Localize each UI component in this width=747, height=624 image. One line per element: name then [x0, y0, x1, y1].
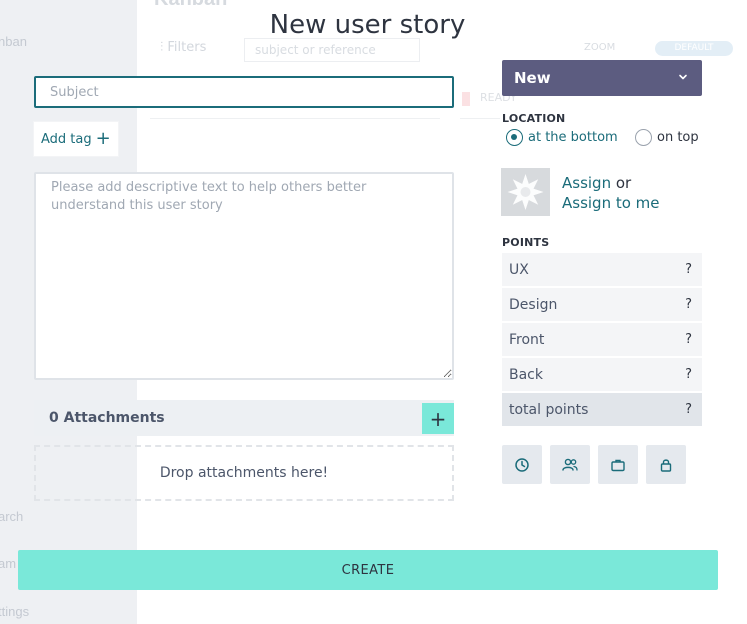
attachments-drop-zone[interactable]: Drop attachments here!	[34, 445, 454, 501]
chevron-down-icon	[679, 74, 687, 80]
attachments-count: 0 Attachments	[49, 410, 165, 426]
background-filters: ⫶ Filters	[160, 40, 206, 55]
subject-input[interactable]	[34, 76, 454, 108]
background-filters-label: Filters	[167, 40, 207, 55]
create-button[interactable]: CREATE	[18, 550, 718, 590]
point-role: Design	[509, 296, 558, 313]
point-value: ?	[685, 367, 692, 382]
location-label: LOCATION	[502, 112, 566, 125]
lock-icon	[660, 458, 672, 472]
point-value: ?	[685, 297, 692, 312]
point-row-ux[interactable]: UX ?	[502, 253, 702, 286]
point-role: Front	[509, 331, 545, 348]
attachments-header: 0 Attachments +	[34, 400, 454, 436]
team-icon	[562, 458, 578, 471]
background-divider	[150, 118, 440, 119]
background-divider	[460, 118, 500, 119]
point-row-back[interactable]: Back ?	[502, 358, 702, 391]
background-column-flag	[462, 92, 470, 106]
avatar	[501, 168, 550, 216]
radio-button[interactable]	[506, 129, 523, 146]
point-row-front[interactable]: Front ?	[502, 323, 702, 356]
plus-icon: +	[95, 128, 111, 149]
filter-icon: ⫶	[160, 40, 164, 55]
default-avatar-icon	[501, 168, 550, 216]
points-list: UX ? Design ? Front ? Back ? total point…	[502, 253, 702, 428]
clock-icon	[515, 457, 529, 472]
point-role: Back	[509, 366, 543, 383]
points-label: POINTS	[502, 236, 550, 249]
description-textarea[interactable]	[34, 172, 454, 380]
point-value: ?	[685, 332, 692, 347]
point-role: total points	[509, 401, 589, 418]
assign-or-text: or	[615, 174, 632, 192]
assign-block: Assign or Assign to me	[562, 173, 660, 213]
location-top-option[interactable]: on top	[635, 129, 699, 146]
point-value: ?	[685, 402, 692, 417]
background-sidebar-item: arch	[0, 509, 24, 524]
background-search: subject or reference	[244, 38, 420, 62]
assign-to-me-link[interactable]: Assign to me	[562, 193, 660, 213]
background-zoom-value: DEFAULT	[655, 41, 733, 56]
point-value: ?	[685, 262, 692, 277]
team-requirement-button[interactable]	[550, 445, 590, 484]
briefcase-icon	[611, 459, 625, 471]
background-sidebar-item: ttings	[0, 604, 30, 619]
add-attachment-button[interactable]: +	[422, 403, 454, 434]
client-requirement-button[interactable]	[598, 445, 638, 484]
add-tag-button[interactable]: Add tag +	[34, 122, 118, 156]
block-button[interactable]	[646, 445, 686, 484]
location-bottom-option[interactable]: at the bottom	[506, 129, 618, 146]
point-row-total: total points ?	[502, 393, 702, 426]
assign-link[interactable]: Assign	[562, 174, 611, 192]
background-sidebar-item: am	[0, 556, 17, 571]
due-date-button[interactable]	[502, 445, 542, 484]
status-select[interactable]: New	[502, 60, 702, 96]
point-row-design[interactable]: Design ?	[502, 288, 702, 321]
drop-zone-label: Drop attachments here!	[159, 465, 329, 481]
background-zoom-label: ZOOM	[584, 42, 616, 53]
add-tag-label: Add tag	[41, 131, 92, 147]
modal-title: New user story	[269, 10, 466, 40]
status-value: New	[514, 69, 551, 87]
location-top-label: on top	[657, 130, 699, 145]
location-bottom-label: at the bottom	[528, 130, 618, 145]
point-role: UX	[509, 261, 529, 278]
radio-button[interactable]	[635, 129, 652, 146]
